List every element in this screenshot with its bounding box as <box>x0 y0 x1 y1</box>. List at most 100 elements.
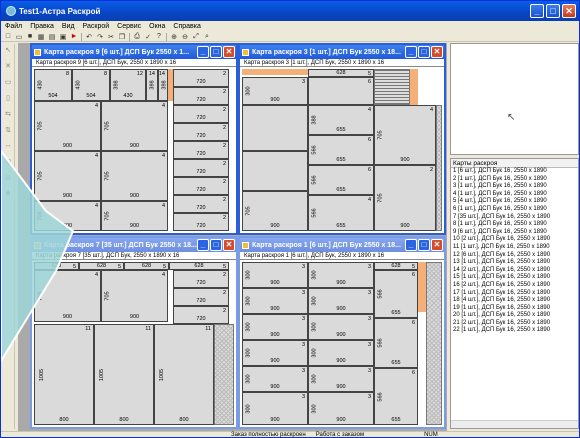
left-toolbar: ↖ ✕ ▭ ▯ ⇆ ⇅ ↔ ⊟ ⊞ ♣ <box>1 44 15 429</box>
zoom-in-icon[interactable]: ⊕ <box>170 33 178 41</box>
view-icon[interactable]: ▤ <box>48 33 56 41</box>
check-icon[interactable]: ✓ <box>144 33 152 41</box>
redo-icon[interactable]: ↷ <box>96 33 104 41</box>
menu-view[interactable]: Вид <box>62 23 75 30</box>
close-button[interactable]: ✕ <box>431 239 443 251</box>
cutting-map-window-1[interactable]: Карта раскроя 1 [6 шт.] ДСП Бук 2550 x 1… <box>238 236 446 429</box>
grid-icon[interactable]: ▦ <box>37 33 45 41</box>
app-icon <box>6 6 16 16</box>
new-icon[interactable]: □ <box>4 33 12 41</box>
list-item[interactable]: 15 [1 шт.], ДСП Бук 16, 2550 x 1890 <box>451 274 578 282</box>
map-icon <box>34 48 41 56</box>
status-num: NUM <box>424 432 438 438</box>
list-item[interactable]: 3 [1 шт.], ДСП Бук 16, 2550 x 1890 <box>451 183 578 191</box>
tool-icon[interactable]: ⇆ <box>3 110 13 120</box>
print2-icon[interactable]: ⎙ <box>133 33 141 41</box>
zoom-area-icon[interactable]: ⌕ <box>203 33 211 41</box>
list-item[interactable]: 18 [4 шт.], ДСП Бук 16, 2550 x 1890 <box>451 297 578 305</box>
close-button[interactable]: ✕ <box>431 46 443 58</box>
list-item[interactable]: 8 [1 шт.], ДСП Бук 16, 2550 x 1890 <box>451 221 578 229</box>
tool-icon[interactable]: ▯ <box>3 94 13 104</box>
list-item[interactable]: 17 [1 шт.], ДСП Бук 16, 2550 x 1890 <box>451 290 578 298</box>
menu-help[interactable]: Справка <box>173 23 200 30</box>
part: 3 300 900 <box>308 262 374 288</box>
tool-icon[interactable]: ▭ <box>3 78 13 88</box>
status-bar: Заказ полностью раскроен Работа с заказо… <box>1 431 579 438</box>
list-item[interactable]: 19 [1 шт.], ДСП Бук 16, 2550 x 1890 <box>451 305 578 313</box>
undo-icon[interactable]: ↶ <box>85 33 93 41</box>
delete-icon[interactable]: ✕ <box>3 62 13 72</box>
zoom-out-icon[interactable]: ⊖ <box>181 33 189 41</box>
open-icon[interactable]: ▭ <box>15 33 23 41</box>
part: 2 720 <box>173 87 229 105</box>
run-icon[interactable]: ► <box>70 33 78 41</box>
list-item[interactable]: 9 [6 шт.], ДСП Бук 16, 2550 x 1890 <box>451 229 578 237</box>
window-titlebar[interactable]: Карта раскроя 1 [6 шт.] ДСП Бук 2550 x 1… <box>240 238 444 252</box>
part: 2 720 <box>173 159 229 177</box>
map-subtitle: Карта раскроя 7 [35 шт.], ДСП Бук, 2550 … <box>32 252 236 260</box>
list-item[interactable]: 5 [4 шт.], ДСП Бук 16, 2550 x 1890 <box>451 198 578 206</box>
part: 2 720 <box>173 69 229 87</box>
tool-icon[interactable]: ⊟ <box>3 158 13 168</box>
map-subtitle: Карта раскроя 1 [6 шт.], ДСП Бук, 2550 x… <box>240 252 444 260</box>
list-item[interactable]: 14 [2 шт.], ДСП Бук 16, 2550 x 1890 <box>451 267 578 275</box>
list-item[interactable]: 7 [35 шт.], ДСП Бук 16, 2550 x 1890 <box>451 214 578 222</box>
list-item[interactable]: 16 [2 шт.], ДСП Бук 16, 2550 x 1890 <box>451 282 578 290</box>
list-item[interactable]: 1 [6 шт.], ДСП Бук 16, 2550 x 1890 <box>451 168 578 176</box>
zoom-fit-icon[interactable]: ⤢ <box>192 33 200 41</box>
part: 4 388 655 <box>308 105 374 135</box>
save-icon[interactable]: ■ <box>26 33 34 41</box>
menu-windows[interactable]: Окна <box>149 23 165 30</box>
cutting-maps-list[interactable]: Карты раскроя 1 [6 шт.], ДСП Бук 16, 255… <box>450 158 579 429</box>
menu-edit[interactable]: Правка <box>30 23 54 30</box>
tree-icon[interactable]: ♣ <box>3 190 13 200</box>
close-button[interactable]: ✕ <box>223 239 235 251</box>
list-item[interactable]: 10 [2 шт.], ДСП Бук 16, 2550 x 1890 <box>451 236 578 244</box>
print-icon[interactable]: ▣ <box>59 33 67 41</box>
list-item[interactable]: 12 [6 шт.], ДСП Бук 16, 2550 x 1890 <box>451 252 578 260</box>
close-button[interactable]: ✕ <box>562 4 576 18</box>
list-item[interactable]: 13 [1 шт.], ДСП Бук 16, 2550 x 1890 <box>451 259 578 267</box>
cut-icon[interactable]: ✂ <box>107 33 115 41</box>
maximize-button[interactable]: □ <box>418 239 430 251</box>
edge-strip <box>410 69 418 105</box>
menu-service[interactable]: Сервис <box>117 23 141 30</box>
menu-file[interactable]: Файл <box>5 23 22 30</box>
cutting-map-window-3[interactable]: Карта раскроя 3 [1 шт.] ДСП Бук 2550 x 1… <box>238 43 446 235</box>
tool-icon[interactable]: ⊞ <box>3 174 13 184</box>
part: 2 720 <box>173 105 229 123</box>
list-item[interactable]: 22 [1 шт.], ДСП Бук 16, 2550 x 1890 <box>451 327 578 335</box>
minimize-button[interactable]: _ <box>405 239 417 251</box>
maximize-button[interactable]: □ <box>210 46 222 58</box>
minimize-button[interactable]: _ <box>197 239 209 251</box>
list-item[interactable]: 21 [2 шт.], ДСП Бук 16, 2550 x 1890 <box>451 320 578 328</box>
copy-icon[interactable]: ❐ <box>118 33 126 41</box>
cutting-map-window-9[interactable]: Карта раскроя 9 [6 шт.] ДСП Бук 2550 x 1… <box>30 43 238 235</box>
maximize-button[interactable]: □ <box>418 46 430 58</box>
toolbar: □ ▭ ■ ▦ ▤ ▣ ► ↶ ↷ ✂ ❐ ⎙ ✓ ? ⊕ ⊖ ⤢ ⌕ <box>1 32 579 42</box>
minimize-button[interactable]: _ <box>197 46 209 58</box>
list-item[interactable]: 20 [1 шт.], ДСП Бук 16, 2550 x 1890 <box>451 312 578 320</box>
list-item[interactable]: 11 [1 шт.], ДСП Бук 16, 2550 x 1890 <box>451 244 578 252</box>
list-item[interactable]: 6 [1 шт.], ДСП Бук 16, 2550 x 1890 <box>451 206 578 214</box>
list-item[interactable]: 2 [1 шт.], ДСП Бук 16, 2550 x 1890 <box>451 176 578 184</box>
waste-area <box>436 105 442 231</box>
window-titlebar[interactable]: Карта раскроя 3 [1 шт.] ДСП Бук 2550 x 1… <box>240 45 444 59</box>
window-titlebar[interactable]: Карта раскроя 7 [35 шт.] ДСП Бук 2550 x … <box>32 238 236 252</box>
pointer-icon[interactable]: ↖ <box>3 46 13 56</box>
window-title: Карта раскроя 1 [6 шт.] ДСП Бук 2550 x 1… <box>252 241 401 249</box>
list-item[interactable]: 4 [1 шт.], ДСП Бук 16, 2550 x 1890 <box>451 191 578 199</box>
cutting-map-window-7[interactable]: Карта раскроя 7 [35 шт.] ДСП Бук 2550 x … <box>30 236 238 429</box>
menu-cutting[interactable]: Раскрой <box>83 23 110 30</box>
separator <box>81 32 82 41</box>
horizontal-scrollbar[interactable] <box>451 420 578 428</box>
tool-icon[interactable]: ↔ <box>3 142 13 152</box>
maximize-button[interactable]: □ <box>546 4 560 18</box>
maximize-button[interactable]: □ <box>210 239 222 251</box>
minimize-button[interactable]: _ <box>530 4 544 18</box>
tool-icon[interactable]: ⇅ <box>3 126 13 136</box>
help-icon[interactable]: ? <box>155 33 163 41</box>
minimize-button[interactable]: _ <box>405 46 417 58</box>
window-titlebar[interactable]: Карта раскроя 9 [6 шт.] ДСП Бук 2550 x 1… <box>32 45 236 59</box>
close-button[interactable]: ✕ <box>223 46 235 58</box>
